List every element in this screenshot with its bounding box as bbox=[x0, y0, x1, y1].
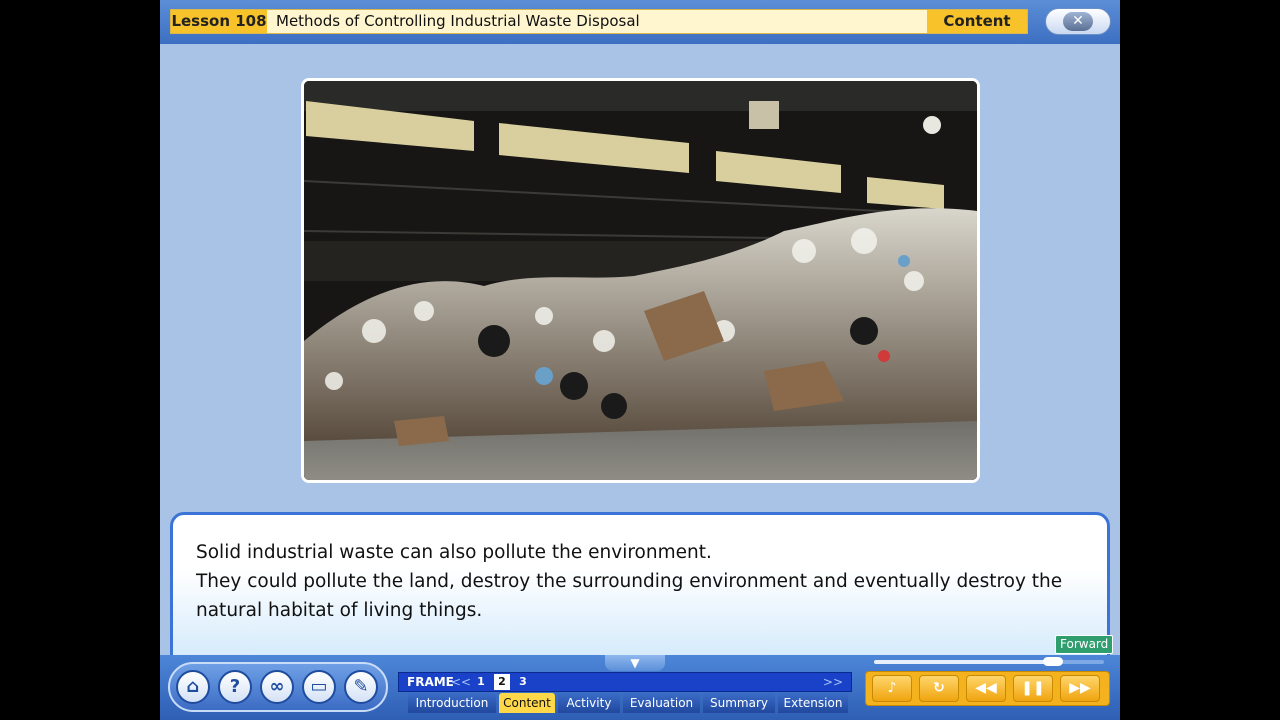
sound-button[interactable]: ♪ bbox=[872, 675, 912, 702]
frame-3-button[interactable]: 3 bbox=[515, 674, 531, 690]
notes-icon: ✎ bbox=[353, 676, 369, 697]
notes-button[interactable]: ✎ bbox=[344, 670, 378, 704]
lesson-number: Lesson 108 bbox=[171, 10, 267, 33]
narration-line-2: They could pollute the land, destroy the… bbox=[196, 571, 1063, 621]
tab-summary[interactable]: Summary bbox=[703, 693, 775, 713]
section-label: Content bbox=[927, 10, 1027, 33]
tab-activity[interactable]: Activity bbox=[558, 693, 620, 713]
progress-handle[interactable] bbox=[1043, 657, 1064, 666]
tool-buttons: ⌂ ? ∞ ▭ ✎ bbox=[168, 662, 388, 712]
media-controls: ♪ ↻ ◀◀ ❚❚ ▶▶ bbox=[865, 671, 1110, 706]
replay-button[interactable]: ↻ bbox=[919, 675, 959, 702]
narration-panel: Solid industrial waste can also pollute … bbox=[170, 512, 1110, 672]
lesson-window: Lesson 108 Methods of Controlling Indust… bbox=[160, 0, 1120, 720]
replay-icon: ↻ bbox=[933, 680, 945, 696]
home-button[interactable]: ⌂ bbox=[176, 670, 210, 704]
tab-content[interactable]: Content bbox=[499, 693, 555, 713]
waste-photo bbox=[301, 78, 980, 483]
close-button[interactable]: ✕ bbox=[1045, 8, 1111, 35]
progress-fill bbox=[874, 660, 1054, 664]
narration-text: Solid industrial waste can also pollute … bbox=[196, 538, 1076, 625]
tab-introduction[interactable]: Introduction bbox=[408, 693, 496, 713]
playback-progress[interactable] bbox=[874, 657, 1104, 666]
frame-prev-button[interactable]: << bbox=[451, 673, 471, 691]
tab-evaluation[interactable]: Evaluation bbox=[623, 693, 700, 713]
forward-button[interactable]: ▶▶ bbox=[1060, 675, 1100, 702]
frame-next-button[interactable]: >> bbox=[823, 673, 843, 691]
frame-navigator: FRAME << 1 2 3 >> bbox=[398, 672, 852, 692]
frame-1-button[interactable]: 1 bbox=[473, 674, 489, 690]
panel-toggle-button[interactable]: ▼ bbox=[605, 655, 665, 671]
narration-line-1: Solid industrial waste can also pollute … bbox=[196, 542, 712, 563]
close-icon: ✕ bbox=[1063, 12, 1093, 31]
sound-icon: ♪ bbox=[887, 680, 897, 696]
bottom-toolbar: ⌂ ? ∞ ▭ ✎ ▼ FRAME << 1 2 3 >> Introducti… bbox=[160, 655, 1120, 720]
link-button[interactable]: ∞ bbox=[260, 670, 294, 704]
link-icon: ∞ bbox=[269, 676, 285, 697]
rewind-button[interactable]: ◀◀ bbox=[966, 675, 1006, 702]
help-button[interactable]: ? bbox=[218, 670, 252, 704]
book-icon: ▭ bbox=[310, 676, 328, 697]
lesson-title: Methods of Controlling Industrial Waste … bbox=[276, 12, 640, 30]
frame-label: FRAME bbox=[407, 675, 454, 689]
pause-icon: ❚❚ bbox=[1021, 680, 1045, 696]
title-bar: Lesson 108 Methods of Controlling Indust… bbox=[170, 9, 1028, 34]
chevron-down-icon: ▼ bbox=[630, 656, 640, 670]
frame-2-button[interactable]: 2 bbox=[494, 674, 510, 690]
home-icon: ⌂ bbox=[186, 676, 200, 697]
pause-button[interactable]: ❚❚ bbox=[1013, 675, 1053, 702]
tab-extension[interactable]: Extension bbox=[778, 693, 848, 713]
forward-icon: ▶▶ bbox=[1069, 680, 1091, 696]
help-icon: ? bbox=[229, 676, 241, 697]
forward-tooltip: Forward bbox=[1055, 635, 1114, 654]
rewind-icon: ◀◀ bbox=[975, 680, 997, 696]
header-bar: Lesson 108 Methods of Controlling Indust… bbox=[160, 0, 1120, 44]
waste-pile-illustration bbox=[304, 81, 977, 480]
book-button[interactable]: ▭ bbox=[302, 670, 336, 704]
